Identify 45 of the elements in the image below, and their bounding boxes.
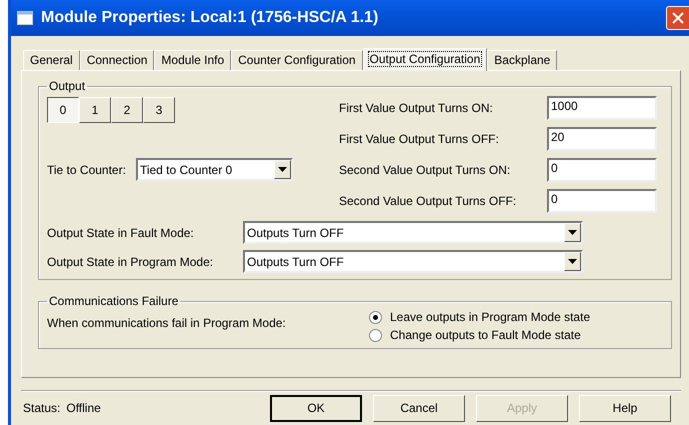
- tab[interactable]: Module Info: [154, 50, 232, 70]
- input-field[interactable]: 20: [547, 126, 657, 150]
- input-field[interactable]: 0: [547, 188, 657, 212]
- tab[interactable]: General: [23, 50, 80, 70]
- window-icon: [17, 11, 33, 25]
- dropdown-button[interactable]: [564, 223, 581, 242]
- caret-icon: [278, 167, 287, 172]
- mode-dropdown[interactable]: Outputs Turn OFF: [243, 250, 583, 273]
- output-number-button[interactable]: 0: [47, 97, 79, 123]
- close-button[interactable]: [666, 6, 689, 30]
- option-label[interactable]: Change outputs to Fault Mode state: [390, 328, 581, 342]
- option-label[interactable]: Leave outputs in Program Mode state: [390, 310, 590, 324]
- field-label: First Value Output Turns OFF:: [339, 132, 500, 146]
- group-title: Communications Failure: [48, 294, 180, 308]
- caret-icon: [568, 230, 577, 235]
- radio-button[interactable]: [369, 310, 382, 324]
- status-value: Offline: [66, 401, 102, 415]
- status-label: Status:: [23, 401, 60, 415]
- counter-dropdown[interactable]: Tied to Counter 0: [136, 158, 293, 181]
- group-title: Output: [48, 79, 86, 93]
- radio-button[interactable]: [369, 328, 382, 342]
- field-label: Tie to Counter:: [47, 162, 126, 176]
- field-label: First Value Output Turns ON:: [339, 100, 494, 114]
- input-field[interactable]: 0: [547, 158, 657, 182]
- tab[interactable]: Connection: [80, 50, 154, 70]
- dropdown-button[interactable]: [564, 252, 581, 271]
- prompt-text: When communications fail in Program Mode:: [47, 316, 287, 330]
- input-field[interactable]: 1000: [547, 96, 657, 120]
- window-title: Module Properties: Local:1 (1756-HSC/A 1.1): [41, 9, 380, 27]
- output-number-button[interactable]: 1: [79, 97, 111, 123]
- mode-dropdown[interactable]: Outputs Turn OFF: [243, 221, 583, 244]
- dialog-button[interactable]: OK: [270, 394, 362, 422]
- tab[interactable]: Counter Configuration: [231, 50, 363, 70]
- caret-icon: [568, 259, 577, 264]
- output-number-button[interactable]: 3: [143, 97, 175, 123]
- tab[interactable]: Output Configuration: [362, 48, 488, 71]
- dialog-button[interactable]: Help: [579, 394, 671, 422]
- dialog-button[interactable]: Cancel: [373, 394, 465, 422]
- field-label: Second Value Output Turns ON:: [339, 162, 512, 176]
- output-number-button[interactable]: 2: [111, 97, 143, 123]
- dropdown-button[interactable]: [274, 160, 291, 179]
- field-label: Output State in Program Mode:: [47, 254, 214, 268]
- field-label: Second Value Output Turns OFF:: [339, 194, 518, 208]
- tab[interactable]: Backplane: [487, 50, 558, 70]
- field-label: Output State in Fault Mode:: [47, 226, 195, 240]
